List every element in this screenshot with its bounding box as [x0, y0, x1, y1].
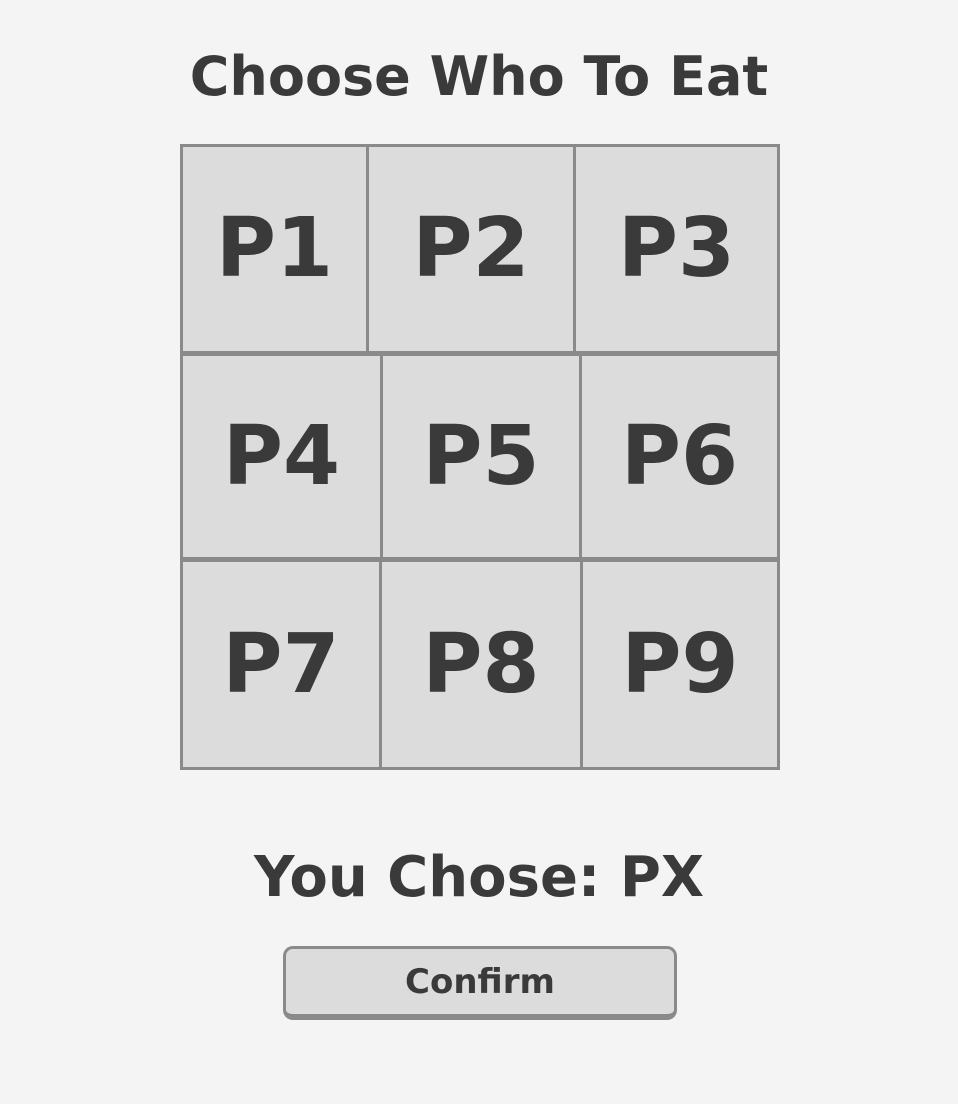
player-grid: P1 P2 P3 P4 P5 P6 P7 P8 P9 [180, 144, 780, 770]
page-title: Choose Who To Eat [189, 45, 769, 108]
grid-row: P7 P8 P9 [183, 562, 777, 767]
cell-p9[interactable]: P9 [583, 562, 777, 767]
selection-text: You Chose: PX [253, 845, 705, 910]
cell-label: P2 [412, 201, 530, 296]
cell-p7[interactable]: P7 [183, 562, 379, 767]
grid-row: P4 P5 P6 [183, 356, 777, 557]
cell-label: P8 [422, 616, 540, 712]
cell-label: P1 [215, 201, 334, 296]
cell-p2[interactable]: P2 [369, 147, 573, 351]
cell-label: P4 [222, 408, 341, 504]
cell-p6[interactable]: P6 [582, 356, 777, 557]
cell-p3[interactable]: P3 [576, 147, 777, 351]
confirm-button[interactable]: Confirm [283, 946, 677, 1020]
cell-label: P7 [222, 616, 340, 712]
cell-label: P6 [620, 408, 739, 504]
cell-p4[interactable]: P4 [183, 356, 380, 557]
cell-label: P9 [621, 616, 739, 712]
cell-p1[interactable]: P1 [183, 147, 366, 351]
cell-label: P3 [617, 201, 736, 296]
grid-row: P1 P2 P3 [183, 147, 777, 351]
cell-label: P5 [422, 408, 540, 504]
cell-p5[interactable]: P5 [383, 356, 579, 557]
cell-p8[interactable]: P8 [382, 562, 580, 767]
